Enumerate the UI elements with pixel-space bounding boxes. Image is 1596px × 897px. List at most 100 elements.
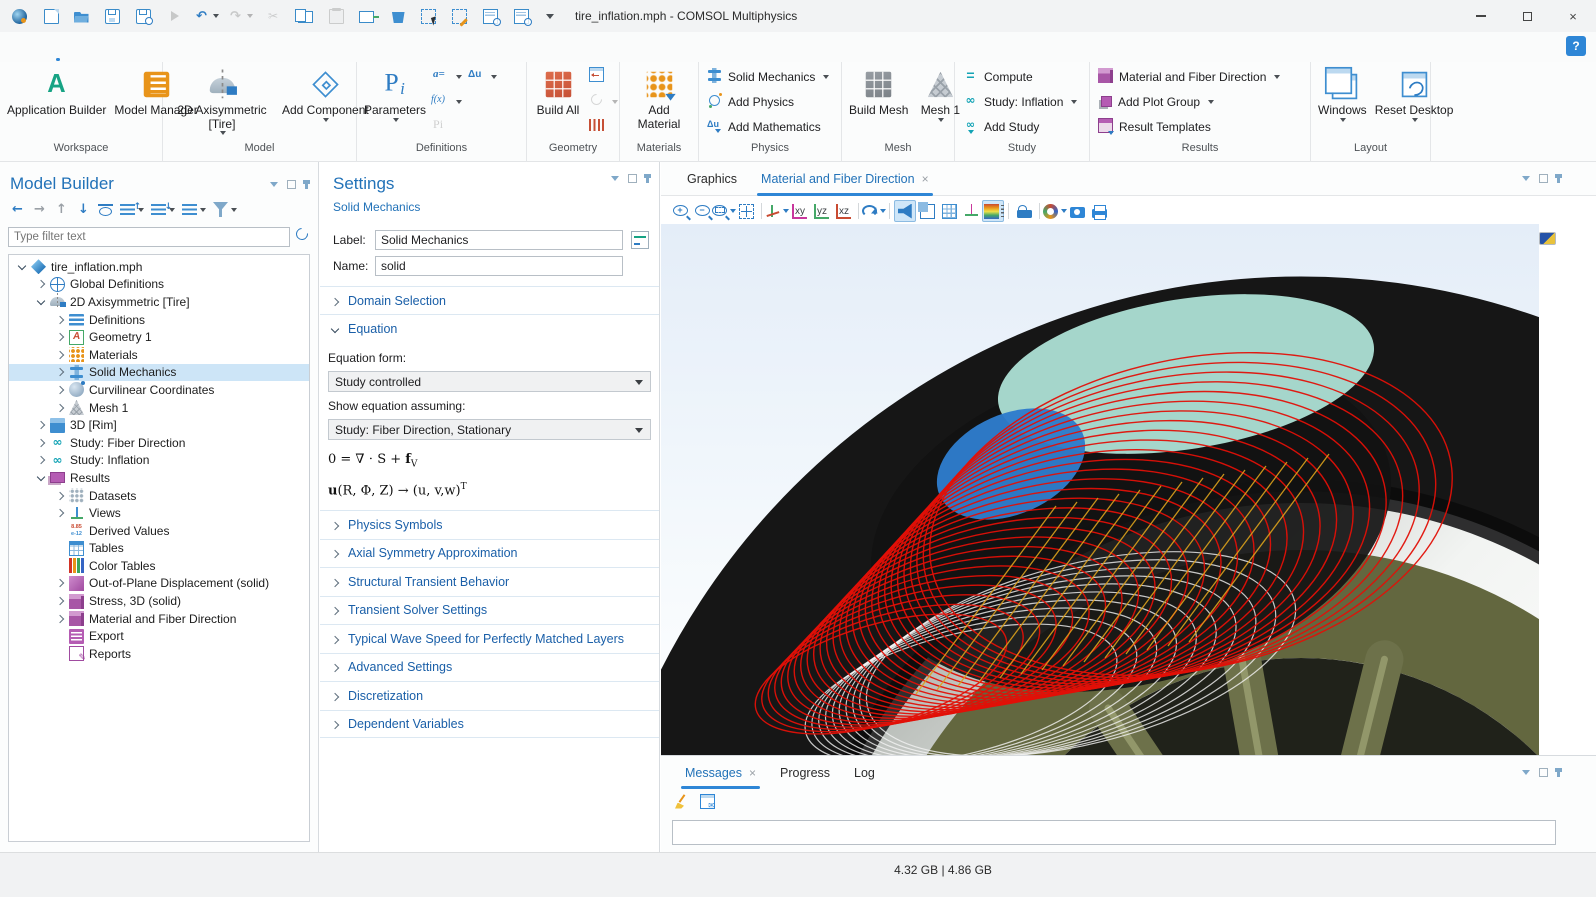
- ribbon-button[interactable]: [465, 64, 500, 89]
- menu-tab[interactable]: [22, 32, 46, 62]
- tree-expander-icon[interactable]: [53, 348, 67, 362]
- ribbon-button[interactable]: Result Templates: [1093, 114, 1285, 139]
- tree-item[interactable]: Material and Fiber Direction: [9, 610, 309, 628]
- menu-tab[interactable]: [166, 32, 190, 62]
- panel-maximize-icon[interactable]: [1539, 768, 1548, 777]
- tree-expander-icon[interactable]: [34, 295, 48, 309]
- tree-item[interactable]: Out-of-Plane Displacement (solid): [9, 575, 309, 593]
- graphics-tab[interactable]: Graphics ×: [675, 163, 749, 196]
- close-icon[interactable]: ×: [749, 766, 756, 780]
- ribbon-button[interactable]: [586, 89, 621, 114]
- refresh-button[interactable]: [296, 228, 308, 240]
- tree-toolbar-button[interactable]: [54, 202, 69, 217]
- name-input[interactable]: [375, 256, 623, 276]
- menu-tab[interactable]: [262, 32, 286, 62]
- tree-toolbar-button[interactable]: [182, 203, 206, 217]
- tree-expander-icon[interactable]: [53, 647, 67, 661]
- graphics-tool-button[interactable]: [938, 200, 960, 222]
- menu-tab[interactable]: [70, 32, 94, 62]
- qat-button[interactable]: [479, 4, 501, 28]
- tree-item[interactable]: Views: [9, 504, 309, 522]
- tree-expander-icon[interactable]: [53, 313, 67, 327]
- tree-item[interactable]: Materials: [9, 346, 309, 364]
- qat-button[interactable]: [228, 4, 253, 28]
- graphics-tool-button[interactable]: [916, 200, 938, 222]
- graphics-tool-button[interactable]: [894, 200, 916, 222]
- settings-section-header[interactable]: Typical Wave Speed for Perfectly Matched…: [320, 624, 659, 653]
- messages-toolbar-button[interactable]: [700, 794, 715, 809]
- settings-section-header[interactable]: Dependent Variables: [320, 710, 659, 739]
- close-icon[interactable]: ×: [922, 172, 929, 186]
- menu-tab[interactable]: [94, 32, 118, 62]
- ribbon-button[interactable]: Windows: [1314, 64, 1371, 142]
- ribbon-button[interactable]: Add Study: [958, 114, 1082, 139]
- panel-maximize-icon[interactable]: [1539, 174, 1548, 183]
- ribbon-button[interactable]: Build Mesh: [845, 64, 912, 142]
- qat-button[interactable]: [324, 4, 346, 28]
- toolbar-separator[interactable]: [1039, 203, 1040, 219]
- panel-menu-icon[interactable]: [611, 176, 619, 181]
- maximize-button[interactable]: [1504, 0, 1550, 32]
- plot-thumbnail-icon[interactable]: [1539, 232, 1556, 245]
- toolbar-separator[interactable]: [889, 203, 890, 219]
- qat-button[interactable]: [163, 4, 185, 28]
- tree-expander-icon[interactable]: [34, 453, 48, 467]
- settings-section-header[interactable]: Transient Solver Settings: [320, 596, 659, 625]
- graphics-tool-button[interactable]: [832, 200, 854, 222]
- qat-button[interactable]: [101, 4, 123, 28]
- 3d-viewport[interactable]: [661, 224, 1539, 755]
- qat-button[interactable]: [541, 4, 563, 28]
- panel-pin-icon[interactable]: [1557, 174, 1560, 183]
- qat-button[interactable]: [194, 4, 219, 28]
- tree-expander-icon[interactable]: [34, 418, 48, 432]
- label-input[interactable]: [375, 230, 623, 250]
- menu-tab[interactable]: [238, 32, 262, 62]
- ribbon-button[interactable]: Parameters: [360, 64, 430, 142]
- tree-item[interactable]: 2D Axisymmetric [Tire]: [9, 293, 309, 311]
- tree-item[interactable]: Derived Values: [9, 522, 309, 540]
- ribbon-button[interactable]: Add Plot Group: [1093, 89, 1285, 114]
- graphics-tool-button[interactable]: [691, 200, 713, 222]
- tree-item[interactable]: 3D [Rim]: [9, 416, 309, 434]
- messages-tab[interactable]: Log ×: [842, 756, 887, 789]
- tree-item[interactable]: Tables: [9, 540, 309, 558]
- menu-tab[interactable]: [46, 32, 70, 62]
- toolbar-separator[interactable]: [761, 203, 762, 219]
- menu-tab[interactable]: [142, 32, 166, 62]
- ribbon-button[interactable]: Add Material: [623, 64, 695, 142]
- qat-button[interactable]: [386, 4, 408, 28]
- toolbar-separator[interactable]: [858, 203, 859, 219]
- equation-form-select[interactable]: Study controlled: [328, 371, 651, 392]
- toolbar-separator[interactable]: [1008, 203, 1009, 219]
- tree-item[interactable]: Study: Fiber Direction: [9, 434, 309, 452]
- settings-section-header[interactable]: Axial Symmetry Approximation: [320, 539, 659, 568]
- panel-menu-icon[interactable]: [1522, 176, 1530, 181]
- menu-tab[interactable]: [214, 32, 238, 62]
- qat-button[interactable]: [355, 4, 377, 28]
- settings-section-header[interactable]: Structural Transient Behavior: [320, 567, 659, 596]
- ribbon-button[interactable]: [430, 64, 465, 89]
- ribbon-button[interactable]: Reset Desktop: [1371, 64, 1458, 142]
- panel-pin-icon[interactable]: [646, 174, 649, 183]
- tree-item[interactable]: Results: [9, 469, 309, 487]
- tree-item[interactable]: Geometry 1: [9, 328, 309, 346]
- show-equation-select[interactable]: Study: Fiber Direction, Stationary: [328, 419, 651, 440]
- tree-expander-icon[interactable]: [15, 260, 29, 274]
- messages-tab[interactable]: Progress ×: [768, 756, 842, 789]
- tree-expander-icon[interactable]: [53, 541, 67, 555]
- graphics-tool-button[interactable]: [1044, 200, 1066, 222]
- tree-expander-icon[interactable]: [53, 383, 67, 397]
- panel-menu-icon[interactable]: [270, 182, 278, 187]
- panel-maximize-icon[interactable]: [287, 180, 296, 189]
- tree-item[interactable]: tire_inflation.mph: [9, 258, 309, 276]
- tree-item[interactable]: Datasets: [9, 487, 309, 505]
- graphics-tool-button[interactable]: [810, 200, 832, 222]
- ribbon-button[interactable]: Add Physics: [702, 89, 834, 114]
- ribbon-button[interactable]: Material and Fiber Direction: [1093, 64, 1285, 89]
- tree-item[interactable]: Solid Mechanics: [9, 364, 309, 382]
- ribbon-button[interactable]: Build All: [530, 64, 586, 142]
- graphics-tool-button[interactable]: [982, 200, 1004, 222]
- tree-item[interactable]: Color Tables: [9, 557, 309, 575]
- panel-pin-icon[interactable]: [305, 180, 308, 189]
- tree-item[interactable]: Global Definitions: [9, 276, 309, 294]
